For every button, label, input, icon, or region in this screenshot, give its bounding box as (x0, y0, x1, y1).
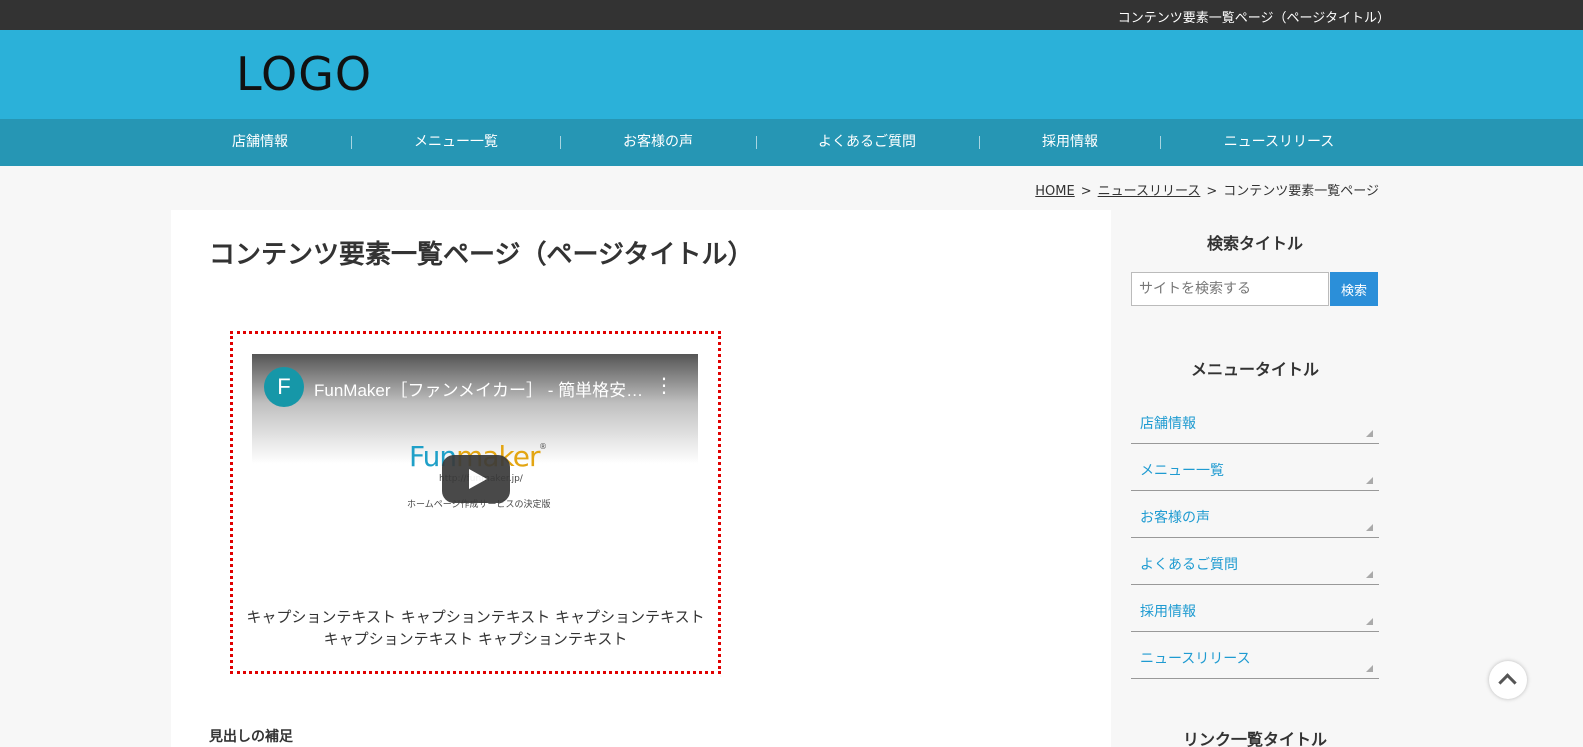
video-title[interactable]: FunMaker［ファンメイカー］ - 簡単格安ホームページ作成 (314, 376, 644, 401)
side-menu-item-label: 採用情報 (1140, 604, 1196, 620)
menu-widget-title: メニュータイトル (1190, 360, 1319, 379)
caption-line: キャプションテキスト キャプションテキスト (323, 630, 628, 648)
page-top-chevron-icon[interactable] (1489, 661, 1527, 699)
site-header: LOGO (0, 30, 1583, 119)
caption-line: キャプションテキスト キャプションテキスト キャプションテキスト (246, 608, 705, 626)
page-title: コンテンツ要素一覧ページ（ページタイトル） (209, 240, 754, 270)
side-menu-item-label: お客様の声 (1140, 510, 1210, 526)
corner-arrow-icon (1366, 665, 1373, 672)
section-subheading: 見出しの補足 (209, 729, 293, 745)
side-menu-item-store-info[interactable]: 店舗情報 (1131, 397, 1379, 444)
nav-item-menu-list[interactable]: メニュー一覧 (386, 119, 526, 166)
site-logo[interactable]: LOGO (236, 50, 372, 98)
play-button-icon[interactable] (442, 455, 510, 503)
nav-separator (1160, 136, 1161, 149)
nav-separator (351, 136, 352, 149)
top-bar: コンテンツ要素一覧ページ（ページタイトル） (0, 0, 1583, 30)
nav-separator (560, 136, 561, 149)
channel-avatar[interactable]: F (264, 367, 304, 407)
side-menu-item-label: ニュースリリース (1140, 651, 1251, 667)
nav-item-customer-voice[interactable]: お客様の声 (598, 119, 718, 166)
side-menu-item-label: 店舗情報 (1140, 416, 1196, 432)
youtube-embed[interactable]: F FunMaker［ファンメイカー］ - 簡単格安ホームページ作成 ⋮ Fun… (252, 354, 698, 582)
global-nav: 店舗情報 メニュー一覧 お客様の声 よくあるご質問 採用情報 ニュースリリース (0, 119, 1583, 166)
side-menu-item-label: メニュー一覧 (1140, 463, 1224, 479)
nav-separator (979, 136, 980, 149)
corner-arrow-icon (1366, 477, 1373, 484)
corner-arrow-icon (1366, 618, 1373, 625)
search-button[interactable]: 検索 (1330, 272, 1378, 306)
top-bar-title: コンテンツ要素一覧ページ（ページタイトル） (1117, 11, 1390, 26)
side-menu-item-customer-voice[interactable]: お客様の声 (1131, 491, 1379, 538)
breadcrumb-current: コンテンツ要素一覧ページ (1223, 184, 1379, 199)
search-input[interactable] (1131, 272, 1329, 306)
main-content: コンテンツ要素一覧ページ（ページタイトル） F FunMaker［ファンメイカー… (171, 210, 1111, 747)
breadcrumb-parent-link[interactable]: ニュースリリース (1098, 184, 1201, 199)
breadcrumb-separator: > (1206, 184, 1218, 199)
video-caption: キャプションテキスト キャプションテキスト キャプションテキスト キャプションテ… (243, 606, 708, 650)
side-menu-item-menu-list[interactable]: メニュー一覧 (1131, 444, 1379, 491)
search-widget-title: 検索タイトル (1206, 234, 1303, 253)
more-options-icon[interactable]: ⋮ (654, 375, 674, 398)
side-menu-item-faq[interactable]: よくあるご質問 (1131, 538, 1379, 585)
breadcrumb-separator: > (1080, 184, 1092, 199)
nav-separator (756, 136, 757, 149)
breadcrumb: HOME > ニュースリリース > コンテンツ要素一覧ページ (1035, 180, 1379, 199)
side-menu-item-news-release[interactable]: ニュースリリース (1131, 632, 1379, 679)
corner-arrow-icon (1366, 430, 1373, 437)
video-figure: F FunMaker［ファンメイカー］ - 簡単格安ホームページ作成 ⋮ Fun… (230, 331, 721, 674)
registered-mark: ® (539, 442, 547, 451)
side-menu-item-label: よくあるご質問 (1140, 557, 1238, 573)
breadcrumb-home-link[interactable]: HOME (1035, 184, 1074, 199)
links-widget-title: リンク一覧タイトル (1182, 730, 1327, 747)
nav-item-recruit[interactable]: 採用情報 (1010, 119, 1130, 166)
corner-arrow-icon (1366, 524, 1373, 531)
nav-item-news-release[interactable]: ニュースリリース (1199, 119, 1359, 166)
nav-item-faq[interactable]: よくあるご質問 (797, 119, 937, 166)
corner-arrow-icon (1366, 571, 1373, 578)
nav-item-store-info[interactable]: 店舗情報 (200, 119, 320, 166)
side-menu-item-recruit[interactable]: 採用情報 (1131, 585, 1379, 632)
side-menu: 店舗情報 メニュー一覧 お客様の声 よくあるご質問 採用情報 ニュースリリース (1131, 397, 1379, 679)
